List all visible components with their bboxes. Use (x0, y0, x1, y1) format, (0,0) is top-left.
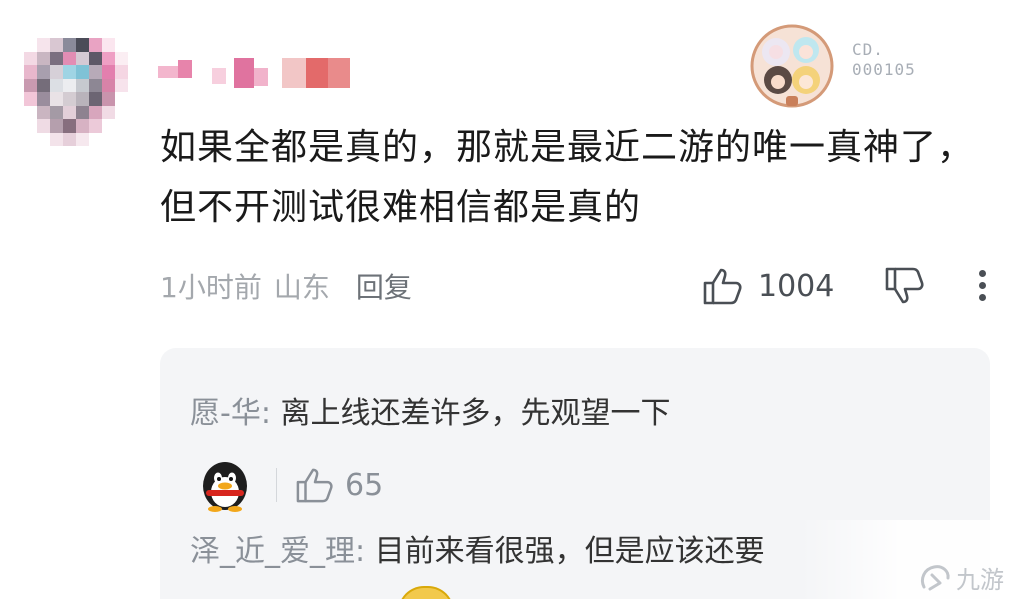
comment-location: 山东 (273, 271, 330, 304)
reply-thumbs-up-icon[interactable] (295, 466, 335, 504)
comment-text: 如果全都是真的，那就是最近二游的唯一真神了，但不开测试很难相信都是真的 (160, 127, 975, 228)
reply-actions: 65 (198, 458, 383, 512)
thumbs-down-icon[interactable] (884, 266, 926, 306)
divider (276, 468, 277, 502)
reply-button[interactable]: 回复 (356, 266, 412, 306)
watermark: 九游 (918, 560, 1004, 595)
badge-code: CD. 000105 (852, 40, 916, 80)
reply-like-count: 65 (345, 467, 384, 503)
reply-item[interactable]: 泽_近_爱_理: 目前来看很强，但是应该还要 (190, 526, 765, 570)
comment-screen: CD. 000105 如果全都是真的，那就是最近二游的唯一真神了，但不开测试很难… (0, 0, 1024, 599)
pixelated-avatar-image (24, 38, 128, 146)
reply-text: 离上线还差许多，先观望一下 (280, 396, 671, 431)
more-options-icon[interactable] (970, 266, 994, 306)
like-button[interactable]: 1004 (702, 262, 834, 310)
like-count: 1004 (758, 268, 835, 304)
reply-text: 目前来看很强，但是应该还要 (374, 534, 765, 569)
reply-item[interactable]: 愿-华: 离上线还差许多，先观望一下 (190, 388, 670, 432)
watermark-text: 九游 (956, 566, 1004, 594)
avatar[interactable] (24, 38, 128, 146)
badge-code-line1: CD. (852, 40, 884, 59)
comment-time: 1小时前 (160, 271, 262, 304)
badge-code-line2: 000105 (852, 60, 916, 79)
penguin-avatar-icon (203, 462, 247, 512)
fan-badge-icon (750, 24, 834, 108)
reply-author[interactable]: 泽_近_爱_理: (190, 534, 375, 569)
comment-meta: 1小时前 山东 回复 (160, 262, 412, 310)
thumbs-up-icon (703, 268, 742, 305)
watermark-logo-icon (920, 564, 950, 590)
username-pixelated[interactable] (158, 56, 368, 92)
reply-author[interactable]: 愿-华: (190, 396, 280, 431)
